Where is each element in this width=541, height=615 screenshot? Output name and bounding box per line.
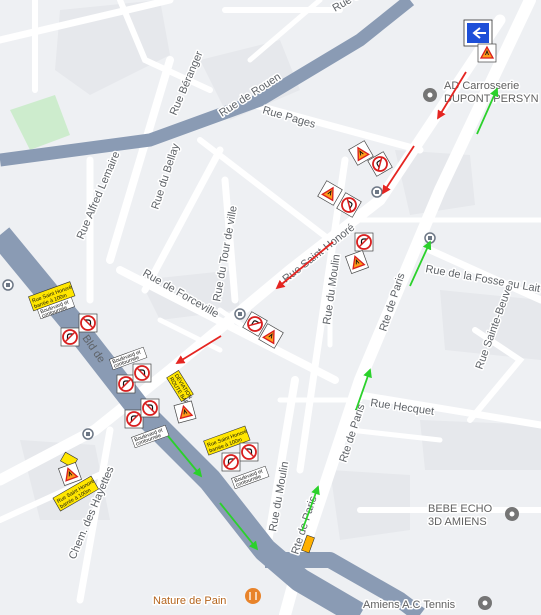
bus-stop-icon[interactable] bbox=[424, 232, 436, 244]
no-right-turn-icon bbox=[140, 398, 160, 418]
roadworks-triangle-icon bbox=[477, 43, 497, 63]
map-canvas[interactable]: Rue de Rouen Rue Béranger Rue Alfred Lem… bbox=[0, 0, 541, 615]
no-right-turn-icon bbox=[239, 442, 259, 462]
bus-stop-icon[interactable] bbox=[82, 428, 94, 440]
no-left-turn-icon bbox=[116, 374, 136, 394]
bus-stop-icon[interactable] bbox=[371, 186, 383, 198]
poi-nature-de-pain-name: Nature de Pain bbox=[153, 595, 226, 607]
bus-stop-icon[interactable] bbox=[234, 308, 246, 320]
no-left-turn-icon bbox=[60, 327, 80, 347]
no-right-turn-icon bbox=[78, 313, 98, 333]
poi-bebe-echo-name-1: BEBE ECHO bbox=[428, 503, 493, 515]
poi-bebe-echo-name-2: 3D AMIENS bbox=[428, 516, 487, 528]
poi-amiens-tennis-name: Amiens A.C Tennis bbox=[363, 599, 456, 611]
bus-stop-icon[interactable] bbox=[2, 279, 14, 291]
no-right-turn-icon bbox=[132, 363, 152, 383]
no-left-turn-icon bbox=[124, 409, 144, 429]
no-u-turn-icon bbox=[354, 232, 374, 252]
no-left-turn-icon bbox=[221, 452, 241, 472]
fork-knife-icon bbox=[245, 588, 261, 604]
